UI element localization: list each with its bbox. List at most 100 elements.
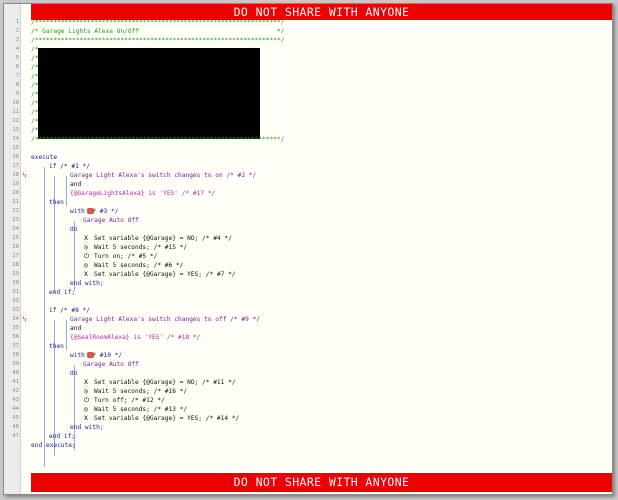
code-line: /* Garage Lights Alexa On/Off */ — [31, 28, 285, 35]
code-line: Set variable {@Garage} = YES; /* #14 */ — [94, 415, 240, 422]
line-number: 7 — [15, 73, 19, 79]
line-number: 39 — [12, 361, 19, 367]
line-number: 16 — [12, 154, 19, 160]
code-line: end with; — [70, 280, 104, 287]
code-line: /* — [31, 109, 39, 116]
line-number: 3 — [15, 37, 19, 43]
line-number: 11 — [12, 109, 19, 115]
line-number: 2 — [15, 28, 19, 34]
code-line: and — [70, 181, 82, 188]
line-number: 31 — [12, 289, 19, 295]
line-number: 42 — [12, 388, 19, 394]
code-line: with /* #10 */ — [70, 352, 123, 359]
variable-icon: X — [84, 414, 88, 422]
line-number: 36 — [12, 334, 19, 340]
piston-viewer: DO NOT SHARE WITH ANYONE DO NOT SHARE WI… — [3, 3, 613, 495]
code-line: /* — [31, 73, 39, 80]
warning-banner-bottom: DO NOT SHARE WITH ANYONE — [31, 473, 612, 492]
lightning-bolt-icon: ϟ — [22, 315, 27, 324]
code-line: Garage Light Alexa's switch changes to o… — [70, 316, 260, 323]
code-line: Turn off; /* #12 */ — [94, 397, 165, 404]
trigger-marker-column — [21, 4, 29, 494]
line-number: 46 — [12, 424, 19, 430]
redacted-block — [38, 48, 260, 139]
condition-guide — [66, 176, 67, 206]
code-line: Wait 5 seconds; /* #15 */ — [94, 244, 188, 251]
code-line: Turn on; /* #5 */ — [94, 253, 158, 260]
variable-icon: X — [84, 234, 88, 242]
line-number: 10 — [12, 100, 19, 106]
execute-guide — [44, 167, 45, 467]
line-number: 41 — [12, 379, 19, 385]
line-number: 45 — [12, 415, 19, 421]
line-number: 32 — [12, 298, 19, 304]
line-number: 29 — [12, 271, 19, 277]
line-number: 25 — [12, 235, 19, 241]
code-line: Wait 5 seconds; /* #6 */ — [94, 262, 184, 269]
line-number: 5 — [15, 55, 19, 61]
code-line: then — [49, 199, 64, 206]
line-number: 47 — [12, 433, 19, 439]
code-line: /* — [31, 64, 39, 71]
condition-guide — [66, 320, 67, 350]
code-line: /* — [31, 100, 39, 107]
line-number: 35 — [12, 325, 19, 331]
line-number: 22 — [12, 208, 19, 214]
code-line: if /* #8 */ — [49, 307, 90, 314]
code-line: end if; — [49, 289, 76, 296]
line-number: 1 — [15, 19, 19, 25]
lightning-bolt-icon: ϟ — [22, 171, 27, 180]
code-line: end execute; — [31, 442, 76, 449]
clock-icon: ◷ — [84, 243, 88, 251]
code-line: /***************************************… — [31, 19, 285, 26]
code-line: execute — [31, 154, 58, 161]
line-number: 38 — [12, 352, 19, 358]
line-number: 19 — [12, 181, 19, 187]
code-line: with /* #3 */ — [70, 208, 119, 215]
code-line: /* — [31, 46, 39, 53]
line-number: 21 — [12, 199, 19, 205]
code-line: {@GarageLightsAlexa} is 'YES' /* #17 */ — [70, 190, 216, 197]
code-line: Garage Auto Off — [83, 217, 139, 224]
code-line: /* — [31, 55, 39, 62]
code-line: then — [49, 343, 64, 350]
code-line: Set variable {@Garage} = YES; /* #7 */ — [94, 271, 236, 278]
line-number: 18 — [12, 172, 19, 178]
code-line: end with; — [70, 424, 104, 431]
code-line: do — [70, 370, 78, 377]
line-number: 34 — [12, 316, 19, 322]
code-line: /* — [31, 118, 39, 125]
line-number: 13 — [12, 127, 19, 133]
line-number: 33 — [12, 307, 19, 313]
line-number: 14 — [12, 136, 19, 142]
code-line: Garage Auto Off — [83, 361, 139, 368]
if-guide — [54, 176, 55, 293]
code-line: /* — [31, 127, 39, 134]
line-number: 24 — [12, 226, 19, 232]
line-number: 26 — [12, 244, 19, 250]
line-number: 44 — [12, 406, 19, 412]
clock-icon: ◷ — [84, 387, 88, 395]
code-line: Wait 5 seconds; /* #13 */ — [94, 406, 188, 413]
device-badge-icon — [87, 352, 94, 358]
line-number: 27 — [12, 253, 19, 259]
line-number: 23 — [12, 217, 19, 223]
code-line: and — [70, 325, 82, 332]
variable-icon: X — [84, 378, 88, 386]
code-line: /* — [31, 91, 39, 98]
code-line: /***************************************… — [31, 37, 285, 44]
code-line: Wait 5 seconds; /* #16 */ — [94, 388, 188, 395]
power-icon: ⏻ — [84, 396, 90, 404]
line-number: 8 — [15, 82, 19, 88]
line-number: 17 — [12, 163, 19, 169]
code-line: {@SealRoomAlexa} is 'YES' /* #18 */ — [70, 334, 201, 341]
line-number: 37 — [12, 343, 19, 349]
line-number: 20 — [12, 190, 19, 196]
line-number: 43 — [12, 397, 19, 403]
line-number: 28 — [12, 262, 19, 268]
clock-icon: ◷ — [84, 261, 88, 269]
code-line: Set variable {@Garage} = NO; /* #4 */ — [94, 235, 232, 242]
line-number: 30 — [12, 280, 19, 286]
line-number: 9 — [15, 91, 19, 97]
code-line: /***************************************… — [31, 136, 285, 143]
